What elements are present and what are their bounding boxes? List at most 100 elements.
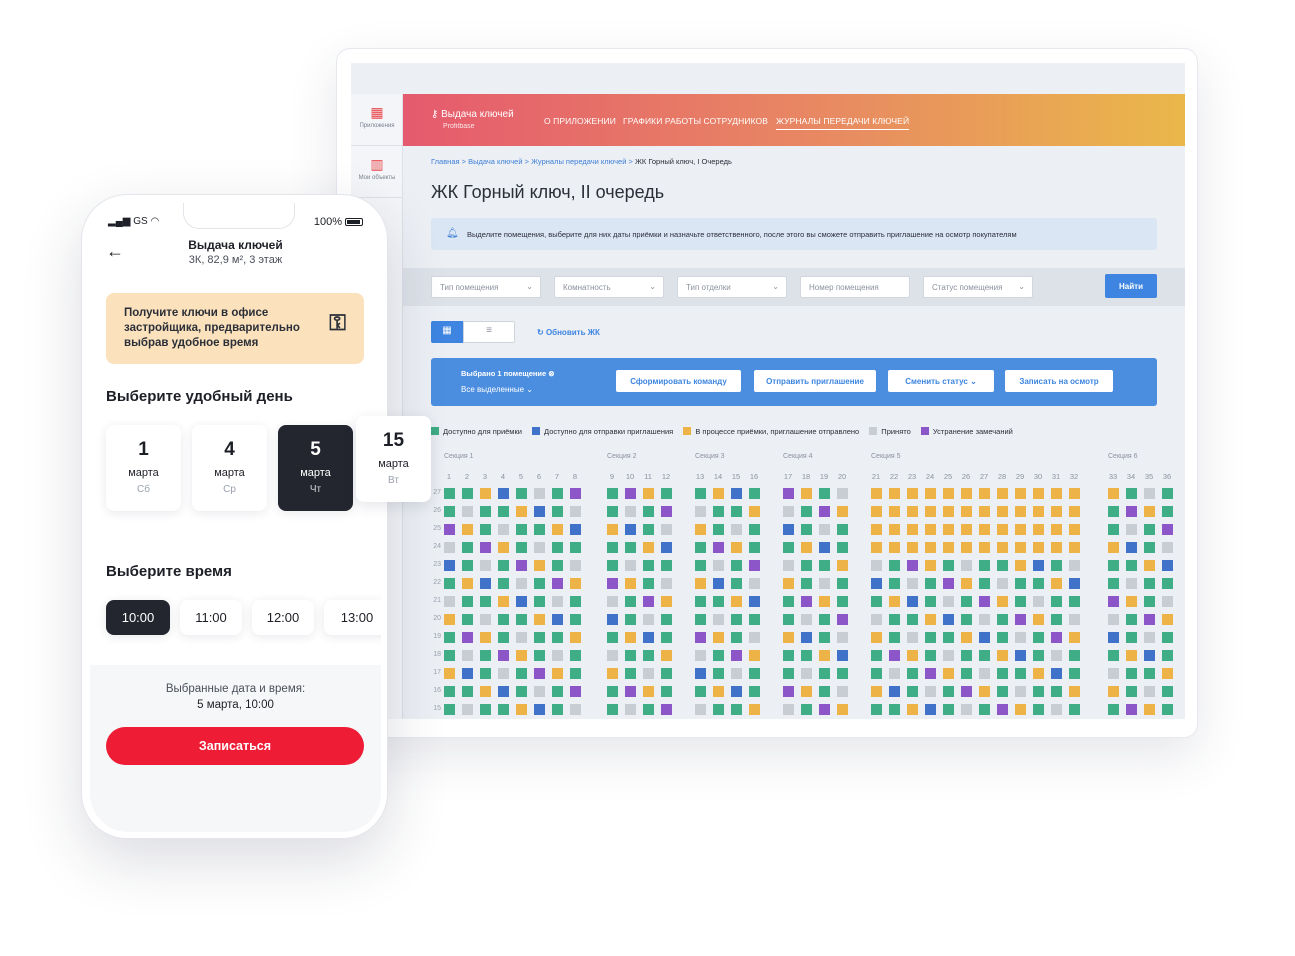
apartment-cell[interactable]: [1069, 542, 1080, 553]
apartment-cell[interactable]: [570, 614, 581, 625]
apartment-cell[interactable]: [480, 668, 491, 679]
apartment-cell[interactable]: [819, 632, 830, 643]
apartment-cell[interactable]: [889, 704, 900, 715]
apartment-cell[interactable]: [625, 614, 636, 625]
apartment-cell[interactable]: [1033, 560, 1044, 571]
apartment-cell[interactable]: [889, 578, 900, 589]
apartment-cell[interactable]: [801, 650, 812, 661]
apartment-cell[interactable]: [1144, 668, 1155, 679]
apartment-cell[interactable]: [552, 542, 563, 553]
apartment-cell[interactable]: [997, 560, 1008, 571]
apartment-cell[interactable]: [462, 542, 473, 553]
apartment-cell[interactable]: [819, 578, 830, 589]
apartment-cell[interactable]: [1126, 632, 1137, 643]
apartment-cell[interactable]: [907, 668, 918, 679]
apartment-cell[interactable]: [1069, 506, 1080, 517]
apartment-cell[interactable]: [1051, 704, 1062, 715]
apartment-cell[interactable]: [889, 560, 900, 571]
apartment-cell[interactable]: [695, 686, 706, 697]
apartment-cell[interactable]: [801, 614, 812, 625]
apartment-cell[interactable]: [871, 524, 882, 535]
apartment-cell[interactable]: [607, 686, 618, 697]
apartment-cell[interactable]: [961, 506, 972, 517]
apartment-cell[interactable]: [1162, 488, 1173, 499]
apartment-cell[interactable]: [625, 704, 636, 715]
apartment-cell[interactable]: [570, 668, 581, 679]
apartment-cell[interactable]: [1015, 704, 1026, 715]
apartment-cell[interactable]: [1051, 506, 1062, 517]
apartment-cell[interactable]: [943, 686, 954, 697]
time-slot[interactable]: 13:00: [324, 600, 381, 635]
apartment-cell[interactable]: [1033, 704, 1044, 715]
apartment-cell[interactable]: [871, 650, 882, 661]
apartment-cell[interactable]: [1144, 596, 1155, 607]
apartment-cell[interactable]: [837, 524, 848, 535]
apartment-cell[interactable]: [480, 506, 491, 517]
apartment-cell[interactable]: [943, 596, 954, 607]
apartment-cell[interactable]: [961, 578, 972, 589]
apartment-cell[interactable]: [925, 614, 936, 625]
apartment-cell[interactable]: [661, 542, 672, 553]
apartment-cell[interactable]: [871, 488, 882, 499]
apartment-cell[interactable]: [907, 596, 918, 607]
apartment-cell[interactable]: [498, 542, 509, 553]
rail-objects[interactable]: ▥ Мои объекты: [351, 146, 403, 198]
apartment-cell[interactable]: [444, 614, 455, 625]
apartment-cell[interactable]: [1033, 650, 1044, 661]
apartment-cell[interactable]: [837, 488, 848, 499]
apartment-cell[interactable]: [534, 650, 545, 661]
apartment-cell[interactable]: [1144, 560, 1155, 571]
apartment-cell[interactable]: [1162, 686, 1173, 697]
apartment-cell[interactable]: [444, 596, 455, 607]
apartment-cell[interactable]: [498, 524, 509, 535]
apartment-cell[interactable]: [516, 596, 527, 607]
apartment-cell[interactable]: [907, 632, 918, 643]
apartment-cell[interactable]: [516, 704, 527, 715]
apartment-cell[interactable]: [552, 668, 563, 679]
apartment-cell[interactable]: [889, 686, 900, 697]
apartment-cell[interactable]: [1033, 686, 1044, 697]
apartment-cell[interactable]: [907, 704, 918, 715]
apartment-cell[interactable]: [979, 632, 990, 643]
apartment-cell[interactable]: [552, 614, 563, 625]
apartment-cell[interactable]: [731, 560, 742, 571]
apartment-cell[interactable]: [516, 578, 527, 589]
apartment-cell[interactable]: [570, 542, 581, 553]
apartment-cell[interactable]: [661, 560, 672, 571]
apartment-cell[interactable]: [1162, 506, 1173, 517]
apartment-cell[interactable]: [713, 686, 724, 697]
apartment-cell[interactable]: [1069, 488, 1080, 499]
crumb-keys[interactable]: Выдача ключей: [468, 157, 522, 166]
apartment-cell[interactable]: [783, 596, 794, 607]
apartment-cell[interactable]: [1126, 524, 1137, 535]
apartment-cell[interactable]: [444, 524, 455, 535]
apartment-cell[interactable]: [907, 506, 918, 517]
apartment-cell[interactable]: [570, 596, 581, 607]
select-all-dropdown[interactable]: Все выделенные ⌄: [461, 385, 533, 394]
apartment-cell[interactable]: [713, 632, 724, 643]
apartment-cell[interactable]: [907, 524, 918, 535]
apartment-cell[interactable]: [498, 686, 509, 697]
apartment-cell[interactable]: [1108, 542, 1119, 553]
apartment-cell[interactable]: [516, 650, 527, 661]
apartment-cell[interactable]: [570, 704, 581, 715]
apartment-cell[interactable]: [1108, 506, 1119, 517]
apartment-cell[interactable]: [837, 506, 848, 517]
filter-number[interactable]: Номер помещения: [800, 276, 910, 298]
apartment-cell[interactable]: [643, 578, 654, 589]
apartment-cell[interactable]: [997, 578, 1008, 589]
apartment-cell[interactable]: [480, 560, 491, 571]
apartment-cell[interactable]: [713, 560, 724, 571]
apartment-cell[interactable]: [552, 704, 563, 715]
apartment-cell[interactable]: [1069, 524, 1080, 535]
apartment-cell[interactable]: [480, 650, 491, 661]
apartment-cell[interactable]: [979, 578, 990, 589]
apartment-cell[interactable]: [907, 542, 918, 553]
send-invite-button[interactable]: Отправить приглашение: [754, 370, 876, 392]
apartment-cell[interactable]: [1108, 524, 1119, 535]
apartment-cell[interactable]: [783, 578, 794, 589]
apartment-cell[interactable]: [925, 650, 936, 661]
apartment-cell[interactable]: [783, 668, 794, 679]
apartment-cell[interactable]: [713, 578, 724, 589]
apartment-cell[interactable]: [570, 632, 581, 643]
